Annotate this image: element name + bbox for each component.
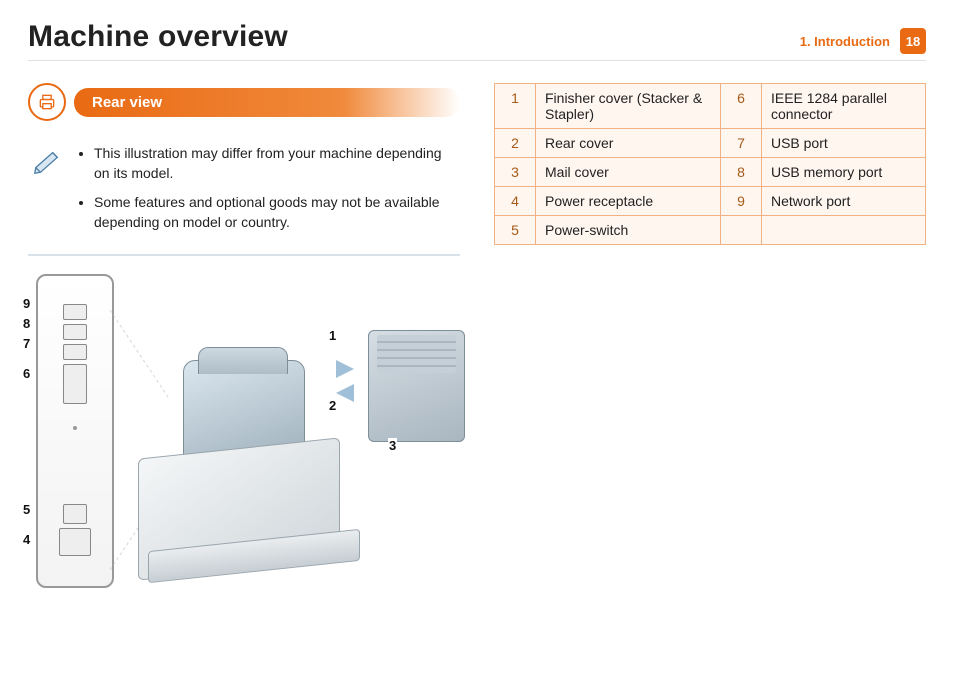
page-title: Machine overview — [28, 20, 288, 54]
table-row: 4 Power receptacle 9 Network port — [495, 187, 926, 216]
table-row: 1 Finisher cover (Stacker & Stapler) 6 I… — [495, 84, 926, 129]
mail-cover-shape — [368, 330, 465, 442]
part-name: USB port — [761, 129, 925, 158]
note-item: Some features and optional goods may not… — [94, 192, 456, 233]
part-name: Mail cover — [536, 158, 721, 187]
printer-illustration — [138, 350, 338, 570]
section-heading: Rear view — [28, 83, 460, 121]
callout-6: 6 — [22, 366, 31, 381]
part-name: IEEE 1284 parallel connector — [761, 84, 925, 129]
part-number: 9 — [720, 187, 761, 216]
page-number: 18 — [900, 28, 926, 54]
rear-view-diagram: 9 8 7 6 5 4 1 2 3 — [28, 270, 460, 600]
callout-9: 9 — [22, 296, 31, 311]
callout-5: 5 — [22, 502, 31, 517]
panel-screw-icon — [73, 426, 77, 430]
note-list: This illustration may differ from your m… — [76, 143, 456, 240]
table-row: 2 Rear cover 7 USB port — [495, 129, 926, 158]
network-port-shape — [63, 304, 87, 320]
table-row: 3 Mail cover 8 USB memory port — [495, 158, 926, 187]
part-name: Power-switch — [536, 216, 721, 245]
callout-3: 3 — [388, 438, 397, 453]
part-name: Network port — [761, 187, 925, 216]
part-number: 2 — [495, 129, 536, 158]
parallel-connector-shape — [63, 364, 87, 404]
part-number: 4 — [495, 187, 536, 216]
page-header: Machine overview 1. Introduction 18 — [28, 20, 926, 61]
port-panel — [36, 274, 114, 588]
content-columns: Rear view This illustration may differ f… — [28, 83, 926, 600]
chapter-label: 1. Introduction — [800, 34, 890, 49]
usb-port-shape — [63, 344, 87, 360]
section-title: Rear view — [74, 88, 460, 117]
table-row: 5 Power-switch — [495, 216, 926, 245]
part-number: 8 — [720, 158, 761, 187]
part-name: Power receptacle — [536, 187, 721, 216]
printer-icon — [28, 83, 66, 121]
part-name-empty — [761, 216, 925, 245]
callout-4: 4 — [22, 532, 31, 547]
page: Machine overview 1. Introduction 18 Rear… — [0, 0, 954, 675]
right-column: 1 Finisher cover (Stacker & Stapler) 6 I… — [494, 83, 926, 600]
breadcrumb: 1. Introduction 18 — [800, 28, 926, 54]
power-switch-shape — [63, 504, 87, 524]
usb-memory-port-shape — [63, 324, 87, 340]
callout-8: 8 — [22, 316, 31, 331]
part-number: 5 — [495, 216, 536, 245]
note-item: This illustration may differ from your m… — [94, 143, 456, 184]
callout-1: 1 — [328, 328, 337, 343]
power-receptacle-shape — [59, 528, 91, 556]
detach-arrow-icon — [336, 360, 354, 402]
part-number: 3 — [495, 158, 536, 187]
parts-table: 1 Finisher cover (Stacker & Stapler) 6 I… — [494, 83, 926, 245]
part-number-empty — [720, 216, 761, 245]
part-name: Finisher cover (Stacker & Stapler) — [536, 84, 721, 129]
part-name: Rear cover — [536, 129, 721, 158]
part-number: 6 — [720, 84, 761, 129]
left-column: Rear view This illustration may differ f… — [28, 83, 460, 600]
note-icon — [32, 143, 66, 240]
part-number: 1 — [495, 84, 536, 129]
part-name: USB memory port — [761, 158, 925, 187]
note-box: This illustration may differ from your m… — [28, 137, 460, 256]
callout-7: 7 — [22, 336, 31, 351]
part-number: 7 — [720, 129, 761, 158]
